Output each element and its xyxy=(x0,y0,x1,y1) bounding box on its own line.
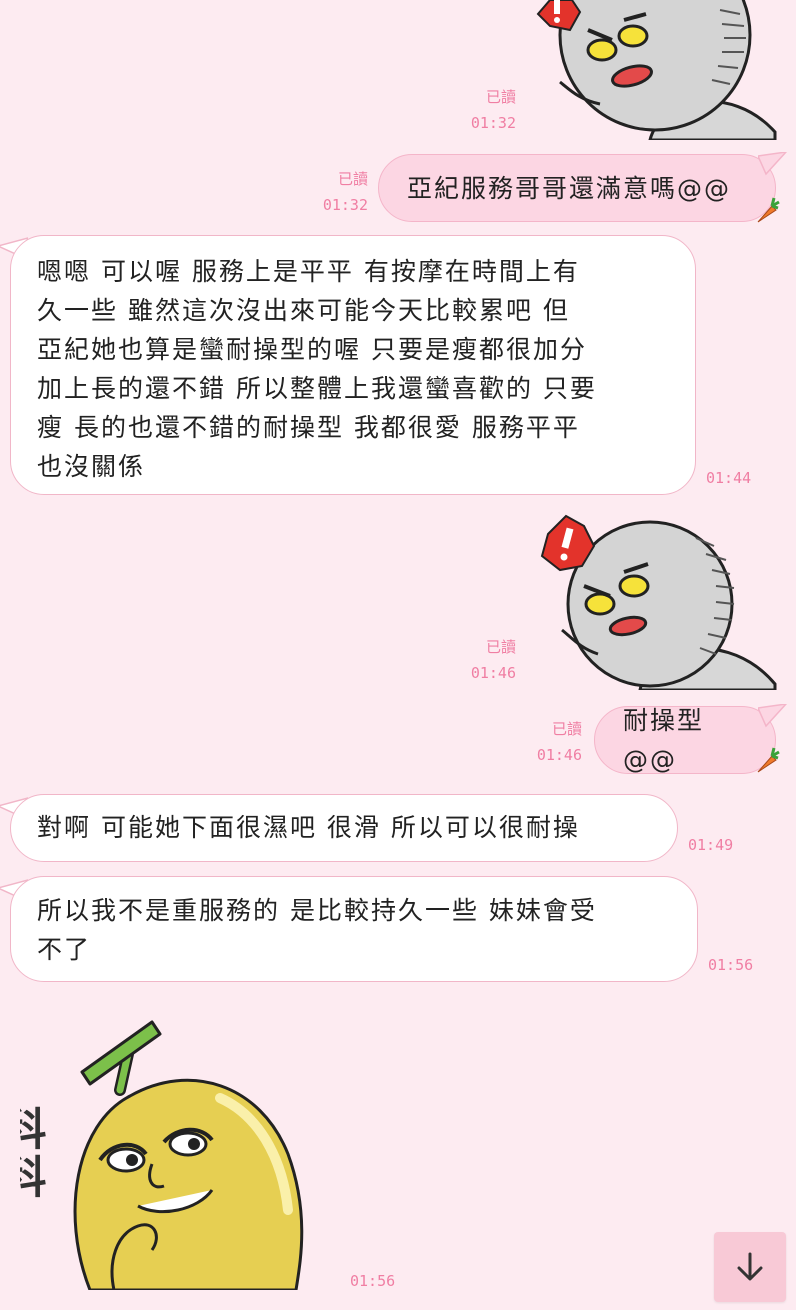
timestamp: 01:49 xyxy=(688,836,734,854)
timestamp: 01:46 xyxy=(536,746,582,764)
message-line: 不了 xyxy=(37,935,92,964)
timestamp: 01:44 xyxy=(706,469,752,487)
sticker-angry-ghost-2[interactable] xyxy=(530,512,780,692)
carrot-icon xyxy=(757,747,780,773)
timestamp: 01:32 xyxy=(470,114,516,132)
bubble-tail xyxy=(758,704,788,728)
message-bubble-outgoing[interactable]: 耐操型@@ xyxy=(594,706,776,774)
message-bubble-incoming[interactable]: 對啊 可能她下面很濕吧 很滑 所以可以很耐操 xyxy=(10,794,678,862)
message-text: 耐操型@@ xyxy=(623,706,705,774)
arrow-down-icon xyxy=(737,1252,763,1281)
read-label: 已讀 xyxy=(485,638,516,656)
timestamp: 01:46 xyxy=(470,664,516,682)
sticker-angry-ghost-1[interactable] xyxy=(530,0,780,142)
read-receipt-m2: 已讀 01:32 xyxy=(312,166,368,218)
message-bubble-outgoing[interactable]: 亞紀服務哥哥還滿意嗎@@ xyxy=(378,154,776,222)
message-line: 久一些 雖然這次沒出來可能今天比較累吧 但 xyxy=(37,296,570,325)
message-bubble-incoming[interactable]: 嗯嗯 可以喔 服務上是平平 有按摩在時間上有 久一些 雖然這次沒出來可能今天比較… xyxy=(10,235,696,495)
sticker-smug-potato[interactable]: 科科 xyxy=(0,1014,320,1292)
carrot-icon xyxy=(757,197,780,223)
message-line: 所以我不是重服務的 是比較持久一些 妹妹會受 xyxy=(37,896,597,925)
message-line: 也沒關係 xyxy=(37,452,146,481)
timestamp: 01:56 xyxy=(350,1272,396,1290)
message-line: 亞紀她也算是蠻耐操型的喔 只要是瘦都很加分 xyxy=(37,335,587,364)
read-receipt-m5: 已讀 01:46 xyxy=(526,716,582,768)
read-receipt-m1: 已讀 01:32 xyxy=(460,84,516,136)
message-text: 亞紀服務哥哥還滿意嗎@@ xyxy=(407,173,732,203)
read-label: 已讀 xyxy=(551,720,582,738)
bubble-tail xyxy=(758,152,788,176)
scroll-to-bottom-button[interactable] xyxy=(714,1232,786,1302)
message-line: 加上長的還不錯 所以整體上我還蠻喜歡的 只要 xyxy=(37,374,597,403)
sticker-text: 科科 xyxy=(20,1106,47,1202)
timestamp: 01:32 xyxy=(322,196,368,214)
read-receipt-m4: 已讀 01:46 xyxy=(460,634,516,686)
message-line: 對啊 可能她下面很濕吧 很滑 所以可以很耐操 xyxy=(37,813,580,842)
message-line: 瘦 長的也還不錯的耐操型 我都很愛 服務平平 xyxy=(37,413,580,442)
message-line: 嗯嗯 可以喔 服務上是平平 有按摩在時間上有 xyxy=(37,257,580,286)
message-bubble-incoming[interactable]: 所以我不是重服務的 是比較持久一些 妹妹會受 不了 xyxy=(10,876,698,982)
timestamp: 01:56 xyxy=(708,956,754,974)
read-label: 已讀 xyxy=(485,88,516,106)
read-label: 已讀 xyxy=(337,170,368,188)
